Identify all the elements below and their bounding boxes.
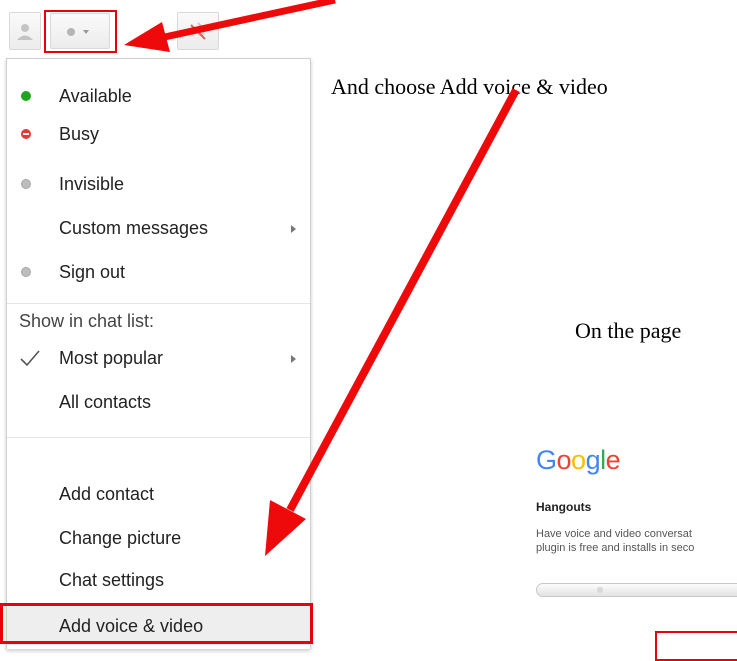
google-logo-letter: g bbox=[585, 445, 601, 475]
menu-divider bbox=[7, 437, 310, 438]
instruction-step-2: On the page bbox=[575, 318, 682, 343]
menu-item-label: Sign out bbox=[59, 262, 126, 282]
menu-item-add-contact[interactable]: Add contact bbox=[7, 475, 310, 513]
submenu-arrow-icon bbox=[291, 225, 296, 233]
invisible-status-icon bbox=[21, 179, 31, 189]
google-logo-letter: o bbox=[556, 445, 572, 475]
menu-item-sign-out[interactable]: Sign out bbox=[7, 253, 310, 291]
plugin-progress-bar bbox=[536, 583, 737, 597]
google-logo-letter: o bbox=[571, 445, 586, 475]
hangouts-title: Hangouts bbox=[536, 500, 592, 514]
menu-item-label: Change picture bbox=[59, 528, 182, 548]
add-voice-video-highlight bbox=[0, 603, 313, 644]
menu-item-label: Chat settings bbox=[59, 570, 165, 590]
phone-off-icon bbox=[190, 22, 206, 40]
progress-knob bbox=[597, 587, 603, 593]
menu-item-label: Most popular bbox=[59, 348, 164, 368]
show-in-chat-list-header: Show in chat list: bbox=[19, 311, 155, 331]
menu-item-custom-messages[interactable]: Custom messages bbox=[7, 209, 310, 247]
download-button-highlight bbox=[655, 631, 737, 661]
google-logo-letter: G bbox=[536, 445, 557, 475]
menu-item-label: All contacts bbox=[59, 392, 152, 412]
menu-item-available[interactable]: Available bbox=[7, 77, 310, 115]
menu-item-label: Add contact bbox=[59, 484, 155, 504]
menu-item-label: Available bbox=[59, 86, 132, 106]
menu-item-change-picture[interactable]: Change picture bbox=[7, 519, 310, 557]
sign-out-status-icon bbox=[21, 267, 31, 277]
user-button[interactable] bbox=[9, 12, 41, 50]
status-button-highlight bbox=[44, 10, 117, 53]
hangouts-description-line-2: plugin is free and installs in seco bbox=[536, 542, 695, 554]
submenu-arrow-icon bbox=[291, 355, 296, 363]
menu-item-all-contacts[interactable]: All contacts bbox=[7, 383, 310, 421]
menu-item-label: Busy bbox=[59, 124, 100, 144]
menu-item-chat-settings[interactable]: Chat settings bbox=[7, 561, 310, 599]
menu-item-label: Custom messages bbox=[59, 218, 209, 238]
instruction-step-1: And choose Add voice & video bbox=[331, 74, 608, 99]
chat-status-menu: Available Busy Invisible Custom messages… bbox=[6, 58, 311, 649]
google-logo-letter: e bbox=[605, 445, 621, 475]
menu-item-label: Invisible bbox=[59, 174, 125, 194]
hangouts-description-line-1: Have voice and video conversat bbox=[536, 528, 692, 540]
call-button[interactable] bbox=[177, 12, 219, 50]
menu-item-busy[interactable]: Busy bbox=[7, 115, 310, 153]
person-icon bbox=[17, 24, 33, 40]
available-status-icon bbox=[21, 91, 31, 101]
menu-item-invisible[interactable]: Invisible bbox=[7, 165, 310, 203]
google-logo: Google bbox=[536, 445, 621, 476]
menu-item-most-popular[interactable]: Most popular bbox=[7, 339, 310, 377]
arrow-to-status-button bbox=[124, 0, 336, 52]
busy-status-icon bbox=[21, 129, 31, 139]
check-icon bbox=[20, 350, 40, 367]
